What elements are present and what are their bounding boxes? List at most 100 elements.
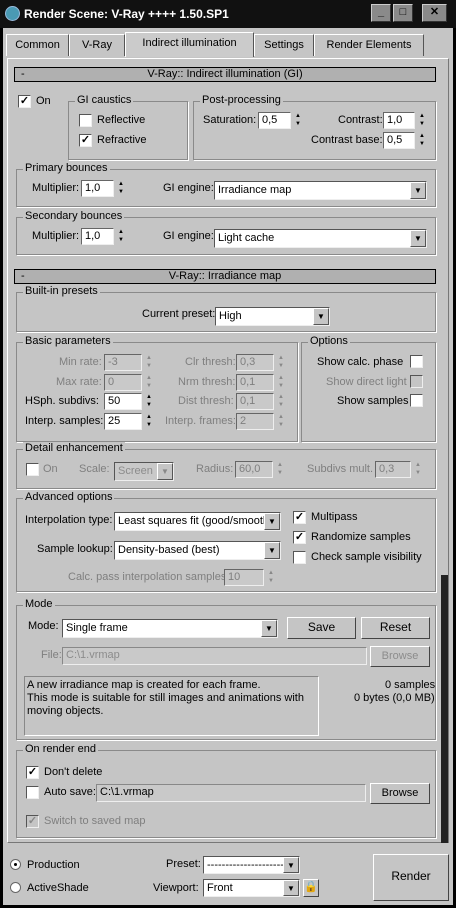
options-title: Options	[308, 335, 350, 347]
minimize-icon[interactable]: _	[371, 4, 391, 22]
spinner-arrows-icon[interactable]: ▲ ▼	[276, 374, 286, 391]
tab-render-elements[interactable]: Render Elements	[314, 34, 424, 56]
detail-on-checkbox[interactable]	[26, 463, 39, 476]
tab-common[interactable]: Common	[6, 34, 69, 56]
gi-rollout-header[interactable]: - V-Ray:: Indirect illumination (GI)	[14, 67, 436, 82]
sample-lookup-value: Density-based (best)	[118, 544, 220, 556]
preset-dropdown[interactable]: ------------------------- ▼	[203, 856, 300, 874]
spinner-arrows-icon[interactable]: ▲ ▼	[144, 374, 154, 391]
detail-enhancement-title: Detail enhancement	[23, 442, 125, 454]
spinner-arrows-icon[interactable]: ▲ ▼	[144, 393, 154, 410]
auto-save-checkbox[interactable]	[26, 786, 39, 799]
show-calc-phase-checkbox[interactable]	[410, 355, 423, 368]
current-preset-dropdown[interactable]: High ▼	[215, 307, 330, 326]
radius-value[interactable]: 60,0	[235, 461, 273, 478]
tab-settings[interactable]: Settings	[254, 34, 314, 56]
production-radio[interactable]	[10, 859, 21, 870]
dist-thresh-value[interactable]: 0,1	[236, 393, 274, 410]
contrast-value[interactable]: 1,0	[383, 112, 415, 129]
interp-frames-value[interactable]: 2	[236, 413, 274, 430]
randomize-samples-checkbox[interactable]: ✓	[293, 531, 306, 544]
chevron-down-icon[interactable]: ▼	[283, 880, 299, 896]
interpolation-type-dropdown[interactable]: Least squares fit (good/smooth ▼	[114, 512, 281, 531]
scale-dropdown[interactable]: Screen ▼	[114, 462, 174, 481]
contrast-base-value[interactable]: 0,5	[383, 132, 415, 149]
gi-on-checkbox[interactable]: ✓	[18, 95, 31, 108]
nrm-thresh-value[interactable]: 0,1	[236, 374, 274, 391]
dist-thresh-label: Dist thresh:	[178, 395, 234, 407]
map-size: 0 bytes (0,0 MB)	[354, 692, 435, 704]
render-button[interactable]: Render	[373, 854, 449, 901]
viewport-dropdown[interactable]: Front ▼	[203, 879, 300, 897]
reflective-checkbox[interactable]	[79, 114, 92, 127]
spinner-arrows-icon[interactable]: ▲ ▼	[116, 180, 126, 197]
spinner-arrows-icon[interactable]: ▲ ▼	[144, 354, 154, 371]
secondary-gi-engine-dropdown[interactable]: Light cache ▼	[214, 229, 427, 248]
min-rate-value[interactable]: -3	[104, 354, 142, 371]
irradiance-rollout-header[interactable]: - V-Ray:: Irradiance map	[14, 269, 436, 284]
subdivs-mult-value[interactable]: 0,3	[375, 461, 411, 478]
secondary-multiplier-label: Multiplier:	[32, 230, 80, 242]
show-direct-light-checkbox[interactable]	[410, 375, 423, 388]
chevron-down-icon[interactable]: ▼	[313, 308, 329, 325]
reset-button[interactable]: Reset	[361, 617, 430, 639]
calc-pass-value[interactable]: 10	[224, 569, 264, 586]
irradiance-rollout-title: V-Ray:: Irradiance map	[168, 270, 282, 282]
tab-indirect-illumination[interactable]: Indirect illumination	[125, 32, 254, 57]
collapse-icon: -	[21, 270, 25, 282]
activeshade-radio[interactable]	[10, 882, 21, 893]
spinner-arrows-icon[interactable]: ▲ ▼	[276, 354, 286, 371]
browse-button[interactable]: Browse	[370, 783, 430, 804]
show-calc-phase-label: Show calc. phase	[317, 356, 404, 368]
chevron-down-icon[interactable]: ▼	[264, 542, 280, 559]
spinner-arrows-icon[interactable]: ▲ ▼	[293, 112, 303, 129]
spinner-arrows-icon[interactable]: ▲ ▼	[116, 228, 126, 245]
saturation-value[interactable]: 0,5	[258, 112, 291, 129]
switch-to-saved-map-checkbox[interactable]: ✓	[26, 815, 39, 828]
primary-multiplier-value[interactable]: 1,0	[81, 180, 114, 197]
title-bar[interactable]: Render Scene: V-Ray ++++ 1.50.SP1 _ □ ✕	[0, 0, 456, 28]
multipass-checkbox[interactable]: ✓	[293, 511, 306, 524]
primary-bounces-title: Primary bounces	[23, 162, 110, 174]
browse-button-disabled[interactable]: Browse	[370, 646, 430, 667]
file-path-field[interactable]: C:\1.vrmap	[62, 647, 367, 665]
secondary-multiplier-value[interactable]: 1,0	[81, 228, 114, 245]
chevron-down-icon[interactable]: ▼	[410, 230, 426, 247]
tab-vray[interactable]: V-Ray	[69, 34, 125, 56]
refractive-label: Refractive	[97, 134, 147, 146]
spinner-arrows-icon[interactable]: ▲ ▼	[276, 413, 286, 430]
current-preset-label: Current preset:	[142, 308, 216, 320]
save-button[interactable]: Save	[287, 617, 356, 639]
spinner-arrows-icon[interactable]: ▲ ▼	[276, 393, 286, 410]
spinner-arrows-icon[interactable]: ▲ ▼	[144, 413, 154, 430]
sample-lookup-dropdown[interactable]: Density-based (best) ▼	[114, 541, 281, 560]
chevron-down-icon[interactable]: ▼	[410, 182, 426, 199]
close-icon[interactable]: ✕	[422, 4, 447, 22]
lock-icon[interactable]: 🔒	[303, 879, 319, 897]
spinner-arrows-icon[interactable]: ▲ ▼	[266, 569, 276, 586]
show-samples-checkbox[interactable]	[410, 394, 423, 407]
contrast-label: Contrast:	[338, 114, 383, 126]
dont-delete-checkbox[interactable]: ✓	[26, 766, 39, 779]
refractive-checkbox[interactable]: ✓	[79, 134, 92, 147]
mode-dropdown[interactable]: Single frame ▼	[62, 619, 278, 638]
spinner-arrows-icon[interactable]: ▲ ▼	[417, 132, 427, 149]
maximize-icon[interactable]: □	[393, 4, 413, 22]
clr-thresh-value[interactable]: 0,3	[236, 354, 274, 371]
spinner-arrows-icon[interactable]: ▲ ▼	[417, 112, 427, 129]
hsph-subdivs-value[interactable]: 50	[104, 393, 142, 410]
spinner-arrows-icon[interactable]: ▲ ▼	[275, 461, 285, 478]
preset-label: Preset:	[166, 858, 201, 870]
chevron-down-icon[interactable]: ▼	[283, 857, 299, 873]
check-sample-visibility-checkbox[interactable]	[293, 551, 306, 564]
spinner-arrows-icon[interactable]: ▲ ▼	[413, 461, 423, 478]
auto-save-path-field[interactable]: C:\1.vrmap	[96, 784, 366, 802]
scrollbar[interactable]	[441, 575, 448, 843]
clr-thresh-label: Clr thresh:	[185, 356, 236, 368]
chevron-down-icon[interactable]: ▼	[261, 620, 277, 637]
chevron-down-icon[interactable]: ▼	[157, 463, 173, 480]
interp-samples-value[interactable]: 25	[104, 413, 142, 430]
primary-gi-engine-dropdown[interactable]: Irradiance map ▼	[214, 181, 427, 200]
chevron-down-icon[interactable]: ▼	[264, 513, 280, 530]
max-rate-value[interactable]: 0	[104, 374, 142, 391]
